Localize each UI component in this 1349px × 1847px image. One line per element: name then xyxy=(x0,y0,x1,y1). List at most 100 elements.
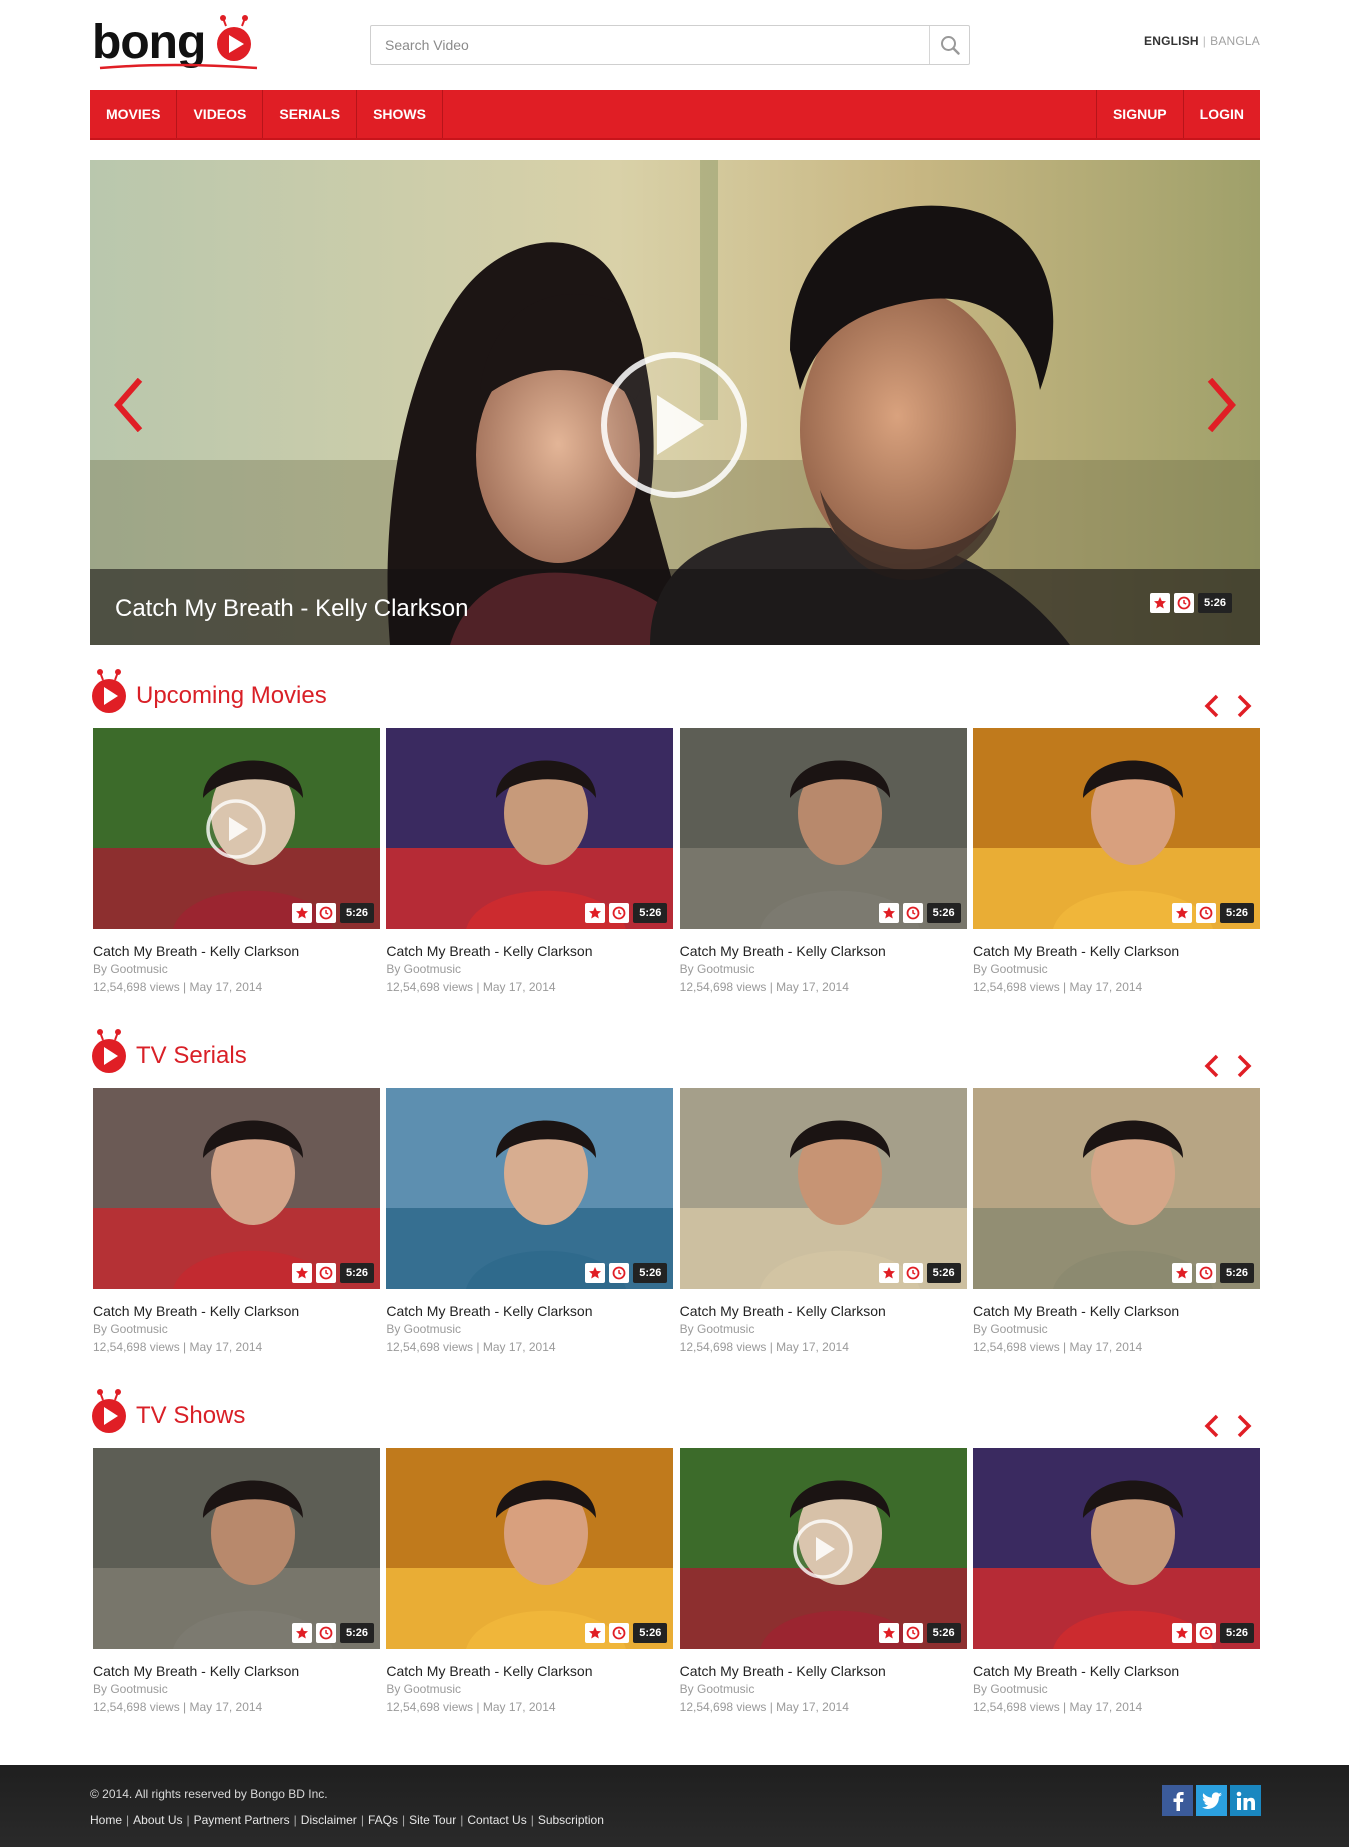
star-icon xyxy=(295,1267,308,1279)
video-title[interactable]: Catch My Breath - Kelly Clarkson xyxy=(93,1303,380,1319)
section-next-arrow[interactable] xyxy=(1236,1414,1252,1438)
favorite-button[interactable] xyxy=(1171,903,1192,923)
video-title[interactable]: Catch My Breath - Kelly Clarkson xyxy=(386,943,673,959)
watch-later-button[interactable] xyxy=(1195,1263,1216,1283)
video-title[interactable]: Catch My Breath - Kelly Clarkson xyxy=(386,1303,673,1319)
play-button[interactable] xyxy=(205,798,267,860)
video-thumbnail[interactable]: 5:26 xyxy=(679,1448,967,1649)
star-icon xyxy=(882,1627,895,1639)
linkedin-icon[interactable] xyxy=(1230,1785,1261,1816)
footer-link-subscription[interactable]: Subscription xyxy=(538,1813,604,1827)
video-title[interactable]: Catch My Breath - Kelly Clarkson xyxy=(680,1663,967,1679)
watch-later-button[interactable] xyxy=(902,1623,923,1643)
watch-later-button[interactable] xyxy=(315,1623,336,1643)
video-thumbnail[interactable]: 5:26 xyxy=(679,728,967,929)
video-title[interactable]: Catch My Breath - Kelly Clarkson xyxy=(93,943,380,959)
search-input[interactable] xyxy=(371,26,929,64)
watch-later-button[interactable] xyxy=(609,903,630,923)
hero-title[interactable]: Catch My Breath - Kelly Clarkson xyxy=(115,595,468,623)
video-author: By Gootmusic xyxy=(93,1322,168,1336)
favorite-button[interactable] xyxy=(878,903,899,923)
video-thumbnail[interactable]: 5:26 xyxy=(972,1448,1260,1649)
video-title[interactable]: Catch My Breath - Kelly Clarkson xyxy=(973,943,1260,959)
video-author: By Gootmusic xyxy=(972,1682,1048,1696)
thumbnail-badges: 5:26 xyxy=(878,1263,961,1283)
nav-movies[interactable]: MOVIES xyxy=(90,90,178,138)
thumbnail-image xyxy=(93,1088,380,1289)
footer-link-site-tour[interactable]: Site Tour xyxy=(409,1813,456,1827)
footer-link-home[interactable]: Home xyxy=(90,1813,122,1827)
favorite-button[interactable] xyxy=(585,903,606,923)
nav-shows[interactable]: SHOWS xyxy=(357,90,443,138)
video-thumbnail[interactable]: 5:26 xyxy=(386,1088,674,1289)
watch-later-button[interactable] xyxy=(315,903,336,923)
video-thumbnail[interactable]: 5:26 xyxy=(386,1448,674,1649)
hero-play-button[interactable] xyxy=(599,350,749,500)
section-prev-arrow[interactable] xyxy=(1204,694,1220,718)
section-prev-arrow[interactable] xyxy=(1204,1414,1220,1438)
section-next-arrow[interactable] xyxy=(1236,694,1252,718)
video-thumbnail[interactable]: 5:26 xyxy=(972,728,1260,929)
watch-later-button[interactable] xyxy=(902,903,923,923)
twitter-icon[interactable] xyxy=(1196,1785,1227,1816)
video-title[interactable]: Catch My Breath - Kelly Clarkson xyxy=(93,1663,380,1679)
section-next-arrow[interactable] xyxy=(1236,1054,1252,1078)
footer-link-contact[interactable]: Contact Us xyxy=(467,1813,526,1827)
watch-later-button[interactable] xyxy=(1173,593,1194,613)
play-button[interactable] xyxy=(792,1518,854,1580)
clock-icon xyxy=(612,1626,626,1640)
favorite-button[interactable] xyxy=(291,903,312,923)
video-thumbnail[interactable]: 5:26 xyxy=(93,1448,380,1649)
lang-bangla-link[interactable]: BANGLA xyxy=(1210,34,1260,48)
video-meta: 12,54,698 views | May 17, 2014 xyxy=(93,980,263,994)
favorite-button[interactable] xyxy=(291,1263,312,1283)
watch-later-button[interactable] xyxy=(902,1263,923,1283)
search-button[interactable] xyxy=(929,26,969,64)
favorite-button[interactable] xyxy=(1149,593,1170,613)
bongo-logo[interactable]: bong xyxy=(92,14,262,76)
nav-serials[interactable]: SERIALS xyxy=(263,90,358,138)
favorite-button[interactable] xyxy=(291,1623,312,1643)
footer-link-faqs[interactable]: FAQs xyxy=(368,1813,398,1827)
watch-later-button[interactable] xyxy=(315,1263,336,1283)
hero-prev-arrow[interactable] xyxy=(110,377,144,433)
duration-badge: 5:26 xyxy=(339,903,374,923)
favorite-button[interactable] xyxy=(585,1263,606,1283)
video-thumbnail[interactable]: 5:26 xyxy=(93,1088,380,1289)
clock-icon xyxy=(1199,906,1213,920)
lang-english-link[interactable]: ENGLISH xyxy=(1144,34,1199,48)
favorite-button[interactable] xyxy=(1171,1263,1192,1283)
favorite-button[interactable] xyxy=(585,1623,606,1643)
footer-link-disclaimer[interactable]: Disclaimer xyxy=(301,1813,357,1827)
hero-slider[interactable]: Catch My Breath - Kelly Clarkson 5:26 xyxy=(90,160,1260,645)
video-title[interactable]: Catch My Breath - Kelly Clarkson xyxy=(973,1303,1260,1319)
nav-signup[interactable]: SIGNUP xyxy=(1095,90,1183,138)
video-thumbnail[interactable]: 5:26 xyxy=(93,728,380,929)
favorite-button[interactable] xyxy=(878,1263,899,1283)
watch-later-button[interactable] xyxy=(1195,1623,1216,1643)
video-thumbnail[interactable]: 5:26 xyxy=(972,1088,1260,1289)
video-title[interactable]: Catch My Breath - Kelly Clarkson xyxy=(680,943,967,959)
video-thumbnail[interactable]: 5:26 xyxy=(679,1088,967,1289)
video-card: 5:26 Catch My Breath - Kelly Clarkson By… xyxy=(386,728,674,994)
footer-link-payment-partners[interactable]: Payment Partners xyxy=(194,1813,290,1827)
video-thumbnail[interactable]: 5:26 xyxy=(386,728,674,929)
nav-videos[interactable]: VIDEOS xyxy=(177,90,264,138)
video-title[interactable]: Catch My Breath - Kelly Clarkson xyxy=(973,1663,1260,1679)
favorite-button[interactable] xyxy=(1171,1623,1192,1643)
nav-login[interactable]: LOGIN xyxy=(1182,90,1260,138)
footer-link-about[interactable]: About Us xyxy=(133,1813,182,1827)
video-title[interactable]: Catch My Breath - Kelly Clarkson xyxy=(386,1663,673,1679)
video-title[interactable]: Catch My Breath - Kelly Clarkson xyxy=(680,1303,967,1319)
facebook-icon[interactable] xyxy=(1162,1785,1193,1816)
watch-later-button[interactable] xyxy=(609,1623,630,1643)
thumbnail-image xyxy=(972,1448,1260,1649)
favorite-button[interactable] xyxy=(878,1623,899,1643)
section-prev-arrow[interactable] xyxy=(1204,1054,1220,1078)
section-title: TV Serials xyxy=(136,1042,247,1069)
watch-later-button[interactable] xyxy=(1195,903,1216,923)
thumbnail-image xyxy=(93,1448,380,1649)
watch-later-button[interactable] xyxy=(609,1263,630,1283)
search-icon xyxy=(940,36,960,55)
hero-next-arrow[interactable] xyxy=(1206,377,1240,433)
